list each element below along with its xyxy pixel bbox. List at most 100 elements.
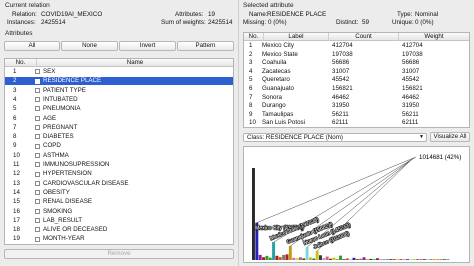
label-row[interactable]: 9 Tamaulipas 56211 56211 (244, 111, 469, 119)
attribute-checkbox[interactable] (35, 106, 40, 112)
label-row[interactable]: 2 Mexico State 197038 197038 (244, 51, 469, 59)
label-row[interactable]: 6 Guanajuato 156821 156821 (244, 85, 469, 93)
attribute-row[interactable]: 1 SEX (5, 68, 233, 76)
histogram-bar (409, 259, 413, 260)
label-count: 31007 (332, 67, 350, 75)
attribute-row[interactable]: 10 ASTHMA (5, 152, 233, 160)
column-header-no[interactable]: No. (244, 33, 264, 41)
label-row[interactable]: 5 Queretaro 45542 45542 (244, 76, 469, 84)
attribute-checkbox[interactable] (35, 69, 40, 75)
label-counts-table[interactable]: No. Label Count Weight 1 Mexico City 41270… (243, 32, 470, 128)
attribute-row[interactable]: 3 PATIENT TYPE (5, 87, 233, 95)
attribute-checkbox[interactable] (35, 134, 40, 140)
invert-selection-button[interactable]: Invert (119, 41, 176, 51)
label-no: 10 (249, 119, 256, 127)
column-header-count[interactable]: Count (329, 33, 399, 41)
label-weight: 197038 (402, 50, 423, 58)
attribute-row[interactable]: 7 PREGNANT (5, 124, 233, 132)
label-count: 62111 (332, 119, 349, 127)
histogram-bar (402, 259, 406, 260)
attribute-row[interactable]: 16 SMOKING (5, 208, 233, 216)
label-weight: 56211 (402, 110, 419, 118)
label-row[interactable]: 1 Mexico City 412704 412704 (244, 42, 469, 50)
attribute-row[interactable]: 5 PNEUMONIA (5, 105, 233, 113)
column-header-no[interactable]: No. (5, 59, 37, 67)
attr-name-value: RESIDENCE PLACE (267, 11, 327, 18)
attribute-checkbox[interactable] (35, 199, 40, 205)
attribute-name: HYPERTENSION (43, 170, 92, 178)
histogram-bar (389, 259, 393, 260)
label-no: 8 (249, 102, 253, 110)
attributes-table[interactable]: No. Name 1 SEX 2 RESIDENCE PLACE 3 PATIENT TY… (4, 58, 234, 245)
attribute-no: 14 (13, 188, 20, 196)
attribute-checkbox[interactable] (35, 143, 40, 149)
label-row[interactable]: 4 Zacatecas 31007 31007 (244, 68, 469, 76)
histogram-bar (268, 257, 272, 260)
attribute-checkbox[interactable] (35, 227, 40, 233)
histogram-bar (272, 242, 276, 260)
attribute-checkbox[interactable] (35, 115, 40, 121)
attribute-checkbox[interactable] (35, 180, 40, 186)
attributes-count-label: Attributes: (175, 11, 204, 18)
attribute-checkbox[interactable] (35, 87, 40, 93)
attribute-row[interactable]: 8 DIABETES (5, 133, 233, 141)
attr-distinct-label: Distinct: (336, 19, 359, 26)
class-select-value: Class: RESIDENCE PLACE (Nom) (247, 134, 343, 141)
attribute-row[interactable]: 12 HYPERTENSION (5, 170, 233, 178)
select-none-button[interactable]: None (61, 41, 118, 51)
attribute-checkbox[interactable] (35, 97, 40, 103)
attribute-checkbox[interactable] (35, 152, 40, 158)
attribute-name: PNEUMONIA (43, 105, 81, 113)
attribute-no: 17 (13, 216, 20, 224)
label-row[interactable]: 3 Coahuila 56686 56686 (244, 59, 469, 67)
column-header-label[interactable]: Label (264, 33, 329, 41)
attribute-row[interactable]: 18 ALIVE OR DECEASED (5, 226, 233, 234)
column-header-name[interactable]: Name (37, 59, 233, 67)
attribute-checkbox[interactable] (35, 171, 40, 177)
relation-label: Relation: (12, 11, 37, 18)
attribute-no: 2 (13, 77, 17, 85)
attribute-name: COPD (43, 142, 61, 150)
attribute-no: 13 (13, 179, 20, 187)
attribute-row[interactable]: 2 RESIDENCE PLACE (5, 77, 233, 85)
label-name: Mexico State (262, 50, 298, 58)
attribute-row[interactable]: 15 RENAL DISEASE (5, 198, 233, 206)
attribute-checkbox[interactable] (35, 125, 40, 131)
attribute-row[interactable]: 9 COPD (5, 142, 233, 150)
class-select[interactable]: Class: RESIDENCE PLACE (Nom) ▼ (243, 133, 427, 142)
panel-divider (238, 0, 239, 266)
attr-type-value: Nominal (415, 11, 439, 18)
select-all-button[interactable]: All (4, 41, 60, 51)
attr-unique-value: 0 (0%) (415, 19, 434, 26)
attribute-row[interactable]: 11 IMMUNOSUPRESSION (5, 161, 233, 169)
attribute-checkbox[interactable] (35, 78, 40, 84)
column-header-weight[interactable]: Weight (399, 33, 469, 41)
attribute-row[interactable]: 14 OBESITY (5, 189, 233, 197)
label-name: Guanajuato (262, 85, 294, 92)
attribute-checkbox[interactable] (35, 218, 40, 224)
histogram-bar (392, 259, 396, 260)
label-row[interactable]: 7 Sonora 46462 46462 (244, 94, 469, 102)
attribute-row[interactable]: 17 LAB_RESULT (5, 217, 233, 225)
attr-missing-value: 0 (0%) (268, 19, 287, 26)
label-row[interactable]: 8 Durango 31950 31950 (244, 102, 469, 110)
attribute-row[interactable]: 13 CARDIOVASCULAR DISEASE (5, 180, 233, 188)
attribute-row[interactable]: 19 MONTH-YEAR (5, 235, 233, 243)
label-counts-header: No. Label Count Weight (244, 33, 469, 41)
pattern-button[interactable]: Pattern (177, 41, 234, 51)
histogram-bar (258, 254, 262, 260)
label-count: 31950 (332, 102, 350, 110)
attribute-name: DIABETES (43, 133, 74, 141)
remove-button[interactable]: Remove (4, 249, 234, 259)
attribute-no: 4 (13, 95, 17, 103)
attribute-checkbox[interactable] (35, 208, 40, 214)
label-row[interactable]: 10 San Luis Potosi 62111 62111 (244, 119, 469, 127)
visualize-all-button[interactable]: Visualize All (430, 132, 470, 142)
attribute-checkbox[interactable] (35, 162, 40, 168)
label-weight: 62111 (402, 119, 419, 127)
attribute-row[interactable]: 4 INTUBATED (5, 96, 233, 104)
attribute-checkbox[interactable] (35, 236, 40, 242)
label-count: 45542 (332, 76, 350, 84)
attribute-checkbox[interactable] (35, 190, 40, 196)
attribute-row[interactable]: 6 AGE (5, 115, 233, 123)
